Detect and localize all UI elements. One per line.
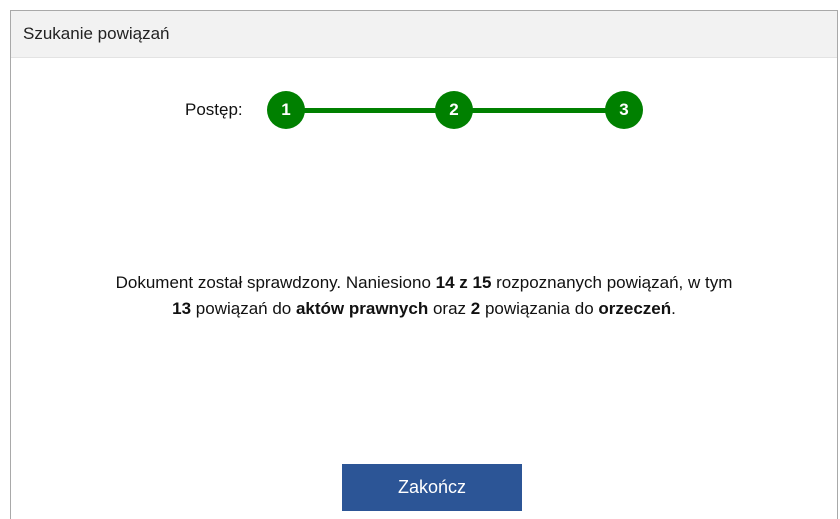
rulings-links-count: 2 — [470, 299, 481, 318]
rulings-label: orzeczeń — [598, 299, 672, 318]
search-links-dialog: Szukanie powiązań Postęp: 1 2 3 Dokument… — [10, 10, 838, 519]
dialog-title: Szukanie powiązań — [23, 24, 170, 43]
applied-links-count: 14 z 15 — [435, 273, 492, 292]
message-text: Dokument został sprawdzony. Naniesiono — [115, 273, 436, 292]
message-text: oraz — [428, 299, 471, 318]
finish-button[interactable]: Zakończ — [342, 464, 522, 511]
progress-indicator: Postęp: 1 2 3 — [11, 91, 837, 129]
legal-acts-links-count: 13 — [172, 299, 192, 318]
progress-label: Postęp: — [185, 100, 243, 119]
message-text: rozpoznanych powiązań, w tym — [491, 273, 733, 292]
message-text: powiązań do — [191, 299, 296, 318]
result-message: Dokument został sprawdzony. Naniesiono 1… — [11, 270, 837, 322]
progress-step-1: 1 — [267, 91, 305, 129]
dialog-titlebar: Szukanie powiązań — [11, 11, 837, 58]
message-text: . — [671, 299, 676, 318]
progress-step-2: 2 — [435, 91, 473, 129]
progress-step-3: 3 — [605, 91, 643, 129]
message-text: powiązania do — [480, 299, 599, 318]
progress-step-2-number: 2 — [449, 100, 459, 119]
legal-acts-label: aktów prawnych — [295, 299, 429, 318]
progress-step-3-number: 3 — [619, 100, 629, 119]
progress-step-1-number: 1 — [281, 100, 291, 119]
